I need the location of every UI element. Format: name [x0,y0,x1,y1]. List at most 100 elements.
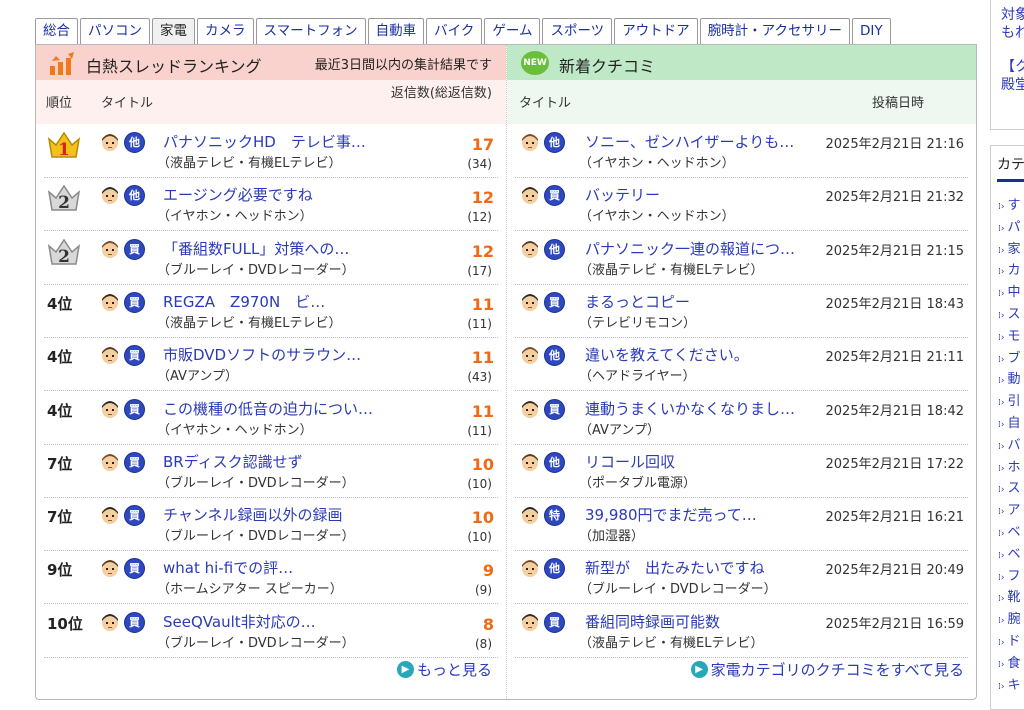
sidebar-category-link[interactable]: ⁞› ブ [998,347,1020,366]
review-row: 他違いを教えてください。 （ヘアドライヤー） 2025年2月21日 21:11 [515,338,968,392]
review-title-link[interactable]: まるっとコピー [585,291,690,312]
thread-title-link[interactable]: 「番組数FULL」対策への… [163,238,349,259]
thread-title-link[interactable]: 市販DVDソフトのサラウン… [163,344,361,365]
thread-title-link[interactable]: BRディスク認識せず [163,451,303,472]
review-title-link[interactable]: 番組同時録画可能数 [585,611,720,632]
sidebar-category-link[interactable]: ⁞› ド [998,630,1020,649]
sidebar-category-link[interactable]: ⁞› カ [998,259,1020,278]
sidebar-category-link[interactable]: ⁞› す [998,194,1020,213]
sidebar-category-link[interactable]: ⁞› モ [998,325,1020,344]
review-row: 買まるっとコピー （テレビリモコン） 2025年2月21日 18:43 [515,285,968,338]
thread-title-link[interactable]: SeeQVault非対応の… [163,611,316,632]
review-category: （液晶テレビ・有機ELテレビ） [579,635,764,651]
user-avatar-icon [99,131,121,153]
reply-count: 12 [471,188,494,208]
sidebar-notice-line[interactable]: 対象 [1001,4,1024,24]
review-title-link[interactable]: バッテリー [585,184,660,205]
tab-4[interactable]: スマートフォン [255,18,366,44]
user-avatar-icon [519,291,541,313]
tab-9[interactable]: アウトドア [614,18,698,44]
sidebar-category-link[interactable]: ⁞› ス [998,477,1020,496]
sidebar-category-link[interactable]: ⁞› ベ [998,543,1020,562]
user-avatar-icon [99,184,121,206]
dotted-arrow-icon: ⁞› [998,441,1005,452]
thread-title-link[interactable]: what hi-fiでの評… [163,557,293,578]
sidebar-category-link[interactable]: ⁞› パ [998,216,1020,235]
thread-title-link[interactable]: パナソニックHD テレビ事… [163,131,366,152]
sidebar-category-link[interactable]: ⁞› 動 [998,368,1020,387]
dotted-arrow-icon: ⁞› [998,550,1005,561]
reply-count: 9 [482,561,494,581]
new-icon: NEW [521,51,549,75]
sidebar-category-link[interactable]: ⁞› 腕 [998,608,1020,627]
review-row: 買バッテリー （イヤホン・ヘッドホン） 2025年2月21日 21:32 [515,178,968,232]
sidebar-category-link[interactable]: ⁞› 自 [998,412,1020,431]
dotted-arrow-icon: ⁞› [998,529,1005,539]
review-title-link[interactable]: パナソニック一連の報道につ… [585,238,795,259]
dotted-arrow-icon: ⁞› [998,376,1005,387]
user-avatar-icon [519,131,541,153]
total-reply-count: (43) [467,370,492,385]
review-title-link[interactable]: 39,980円でまだ売って… [585,504,757,525]
dotted-arrow-icon: ⁞› [998,616,1005,627]
sidebar-category-label: ベ [1007,525,1021,540]
sidebar-notice-line[interactable]: もれ [1001,22,1024,42]
thread-title-link[interactable]: エージング必要ですね [163,184,313,205]
thread-title-link[interactable]: チャンネル録画以外の録画 [163,504,343,525]
main-panel: 白熱スレッドランキング 最近3日間以内の集計結果です 順位 タイトル 返信数(総… [35,44,977,700]
review-title-link[interactable]: ソニー、ゼンハイザーよりも… [585,131,794,152]
review-title-link[interactable]: 新型が 出たみたいですね [585,557,765,578]
tab-5[interactable]: 自動車 [367,18,425,44]
thread-category: （ブルーレイ・DVDレコーダー） [157,262,355,278]
sidebar-category-link[interactable]: ⁞› 食 [998,652,1020,671]
sidebar-category-link[interactable]: ⁞› バ [998,434,1020,453]
review-title-link[interactable]: 違いを教えてください。 [585,344,749,365]
tab-0[interactable]: 総合 [35,18,78,44]
ranking-header: 白熱スレッドランキング 最近3日間以内の集計結果です [36,45,506,80]
dotted-arrow-icon: ⁞› [998,638,1005,648]
reviews-column-headers: タイトル 投稿日時 [507,80,976,124]
ranking-more-link[interactable]: ▶ もっと見る [396,659,492,680]
thread-title-link[interactable]: REGZA Z970N ビ… [163,291,325,312]
ranking-note: 最近3日間以内の集計結果です [314,58,492,73]
sidebar-category-link[interactable]: ⁞› ア [998,499,1020,518]
tab-3[interactable]: カメラ [197,18,254,44]
tab-10[interactable]: 腕時計・アクセサリー [699,18,851,44]
sidebar-category-link[interactable]: ⁞› ベ [998,521,1020,540]
sidebar-notice-line[interactable]: 【クチ [1001,56,1024,76]
post-date: 2025年2月21日 21:32 [825,190,965,206]
total-reply-count: (11) [467,316,492,331]
dotted-arrow-icon: ⁞› [998,245,1005,256]
tab-2[interactable]: 家電 [152,18,195,45]
rank-label: 4位 [47,401,73,420]
reviews-more-link[interactable]: ▶ 家電カテゴリのクチコミをすべて見る [690,659,964,680]
sidebar-category-label: バ [1007,437,1021,453]
rank-label: 7位 [47,454,73,473]
sidebar-category-link[interactable]: ⁞› 引 [998,390,1020,409]
sidebar-category-label: 食 [1007,655,1021,671]
thread-type-badge: 買 [124,291,145,313]
thread-type-badge: 買 [124,611,145,633]
review-title-link[interactable]: 連動うまくいかなくなりまし… [585,398,795,419]
tab-6[interactable]: バイク [426,18,483,44]
tab-7[interactable]: ゲーム [484,18,541,44]
sidebar-category-label: ス [1007,481,1021,497]
dotted-arrow-icon: ⁞› [998,267,1005,278]
sidebar-notice-line[interactable]: 殿堂 [1001,74,1024,94]
sidebar-category-label: モ [1007,328,1021,344]
sidebar-category-link[interactable]: ⁞› 中 [998,281,1020,300]
sidebar-category-link[interactable]: ⁞› ホ [998,456,1020,475]
sidebar-category-link[interactable]: ⁞› ス [998,303,1020,322]
sidebar-category-link[interactable]: ⁞› フ [998,565,1020,584]
tab-11[interactable]: DIY [852,18,891,44]
col-title: タイトル [519,96,572,111]
thread-title-link[interactable]: この機種の低音の迫力につい… [163,398,373,419]
sidebar-category-link[interactable]: ⁞› 靴 [998,586,1020,605]
sidebar-category-link[interactable]: ⁞› 家 [998,238,1020,257]
tab-8[interactable]: スポーツ [542,18,613,44]
sidebar-category-link[interactable]: ⁞› キ [998,674,1020,693]
dotted-arrow-icon: ⁞› [998,485,1005,496]
review-title-link[interactable]: リコール回収 [585,451,675,472]
thread-type-badge: 他 [124,185,145,207]
tab-1[interactable]: パソコン [80,18,150,44]
